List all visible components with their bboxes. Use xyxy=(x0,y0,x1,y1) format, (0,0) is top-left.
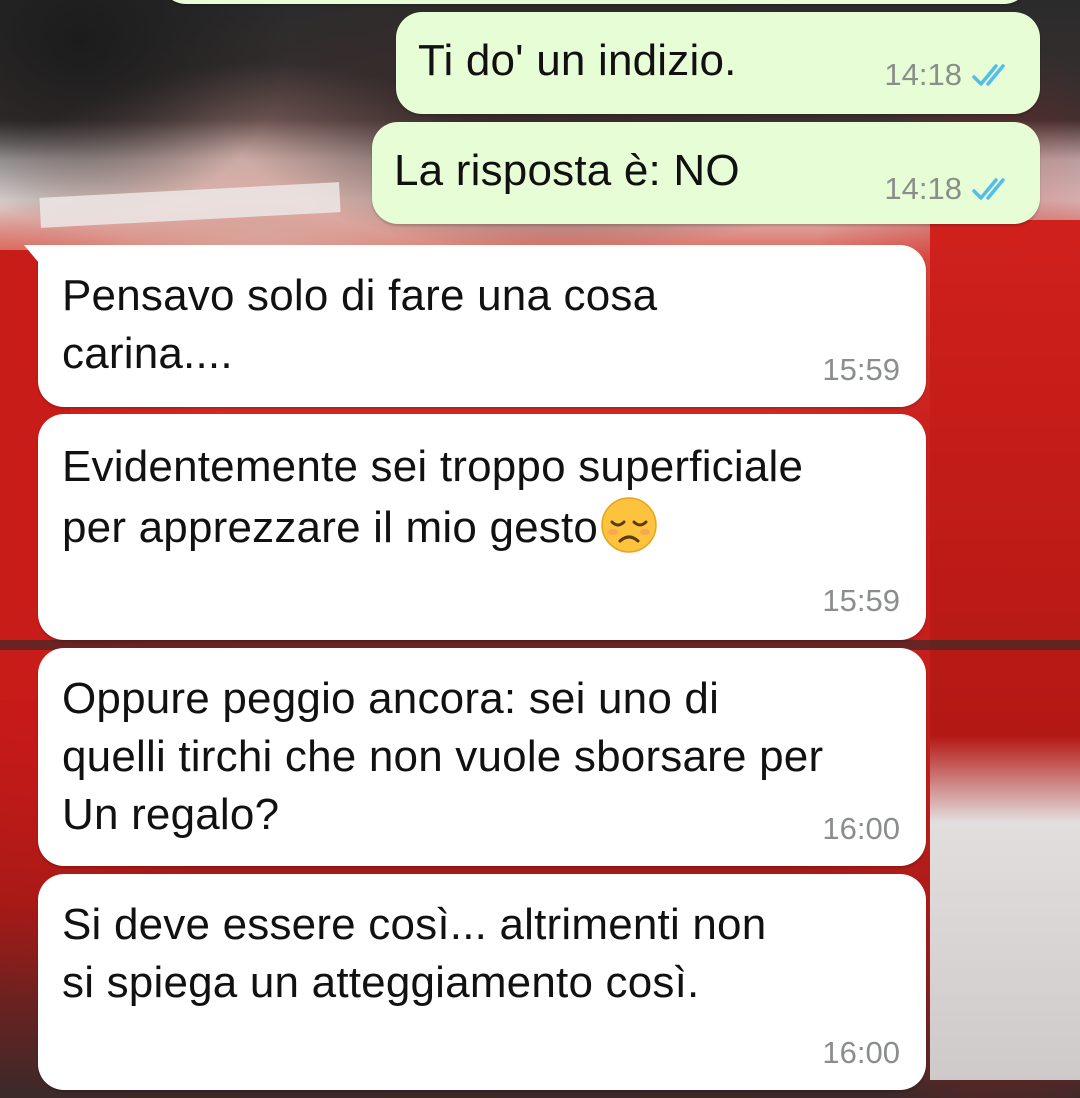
message-text: Si deve essere così... altrimenti non si… xyxy=(62,900,767,1007)
message-meta: 16:00 xyxy=(822,812,900,846)
message-text-content: Evidentemente sei troppo superficiale pe… xyxy=(62,442,804,552)
message-bubble-incoming[interactable]: Si deve essere così... altrimenti non si… xyxy=(38,874,926,1090)
message-text: La risposta è: NO xyxy=(394,146,740,195)
message-meta: 16:00 xyxy=(822,1036,900,1070)
double-check-read-icon xyxy=(972,178,1005,200)
message-time: 16:00 xyxy=(822,811,900,846)
message-bubble-incoming[interactable]: Evidentemente sei troppo superficiale pe… xyxy=(38,414,926,640)
bubble-tail xyxy=(24,245,44,269)
message-time: 14:18 xyxy=(884,171,962,206)
message-text: Oppure peggio ancora: sei uno di quelli … xyxy=(62,674,824,839)
message-bubble-incoming[interactable]: Pensavo solo di fare una cosa carina....… xyxy=(24,245,926,407)
disappointed-face-icon xyxy=(601,497,657,553)
message-meta: 14:18 xyxy=(884,172,1014,206)
message-bubble-partial[interactable] xyxy=(160,0,1030,4)
message-time: 14:18 xyxy=(884,57,962,92)
message-meta: 14:18 xyxy=(884,58,1014,92)
message-text: Ti do' un indizio. xyxy=(418,36,737,85)
message-time: 15:59 xyxy=(822,583,900,618)
wallpaper-shape xyxy=(39,182,341,228)
message-bubble-incoming[interactable]: Oppure peggio ancora: sei uno di quelli … xyxy=(38,648,926,866)
message-meta: 15:59 xyxy=(822,353,900,387)
message-time: 16:00 xyxy=(822,1035,900,1070)
message-time: 15:59 xyxy=(822,352,900,387)
message-meta: 15:59 xyxy=(822,584,900,618)
double-check-read-icon xyxy=(972,64,1005,86)
wallpaper-shape xyxy=(930,220,1080,1080)
message-bubble-outgoing[interactable]: La risposta è: NO 14:18 xyxy=(372,122,1040,224)
message-text: Evidentemente sei troppo superficiale pe… xyxy=(62,438,803,557)
message-bubble-outgoing[interactable]: Ti do' un indizio. 14:18 xyxy=(396,12,1040,114)
message-text: Pensavo solo di fare una cosa carina.... xyxy=(62,271,658,378)
